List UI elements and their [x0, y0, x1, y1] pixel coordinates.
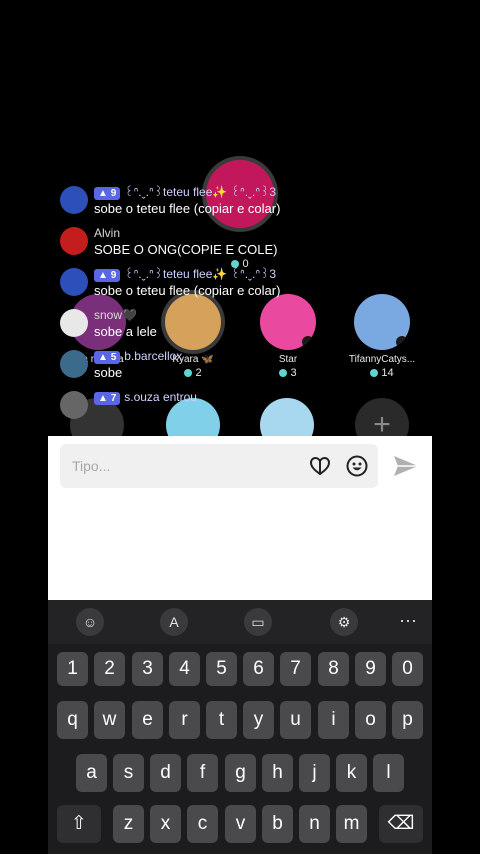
avatar: [60, 350, 88, 378]
key-l[interactable]: l: [373, 754, 404, 792]
avatar: [60, 268, 88, 296]
more-tool-icon[interactable]: ···: [394, 608, 422, 636]
key-w[interactable]: w: [94, 701, 125, 739]
chat-message: ▲ 5 b.barcellox sobe: [60, 348, 360, 381]
key-x[interactable]: x: [150, 805, 181, 843]
key-z[interactable]: z: [113, 805, 144, 843]
key-1[interactable]: 1: [57, 652, 88, 686]
chat-message: ▲ 9 ꒰ᐢ.ˬ.ᐢ꒱teteu flee✨ ꒰ᐢ.ˬ.ᐢ꒱3 sobe o te…: [60, 266, 360, 299]
key-p[interactable]: p: [392, 701, 423, 739]
composer-panel: [48, 436, 432, 600]
level-badge: ▲ 9: [94, 269, 121, 282]
key-5[interactable]: 5: [206, 652, 237, 686]
gem-icon: [370, 369, 379, 378]
chat-feed: ▲ 9 ꒰ᐢ.ˬ.ᐢ꒱teteu flee✨ ꒰ᐢ.ˬ.ᐢ꒱3 sobe o te…: [60, 184, 360, 419]
key-e[interactable]: e: [132, 701, 163, 739]
mic-off-icon: [396, 336, 408, 348]
level-badge: ▲ 9: [94, 187, 121, 200]
key-q[interactable]: q: [57, 701, 88, 739]
key-c[interactable]: c: [187, 805, 218, 843]
waving-hand-icon: [60, 391, 88, 419]
level-badge: ▲ 5: [94, 351, 121, 364]
key-m[interactable]: m: [336, 805, 367, 843]
key-o[interactable]: o: [355, 701, 386, 739]
voice-room-stage: 0 titia rosinha Kyara 🦋 2 Star 3 Tifanny…: [0, 0, 480, 436]
key-4[interactable]: 4: [169, 652, 200, 686]
message-input-box: [60, 444, 378, 488]
key-7[interactable]: 7: [280, 652, 311, 686]
key-n[interactable]: n: [299, 805, 330, 843]
avatar: [60, 227, 88, 255]
chat-message: ▲ 7 s.ouza entrou: [60, 389, 360, 419]
avatar: [354, 294, 410, 350]
key-j[interactable]: j: [299, 754, 330, 792]
key-2[interactable]: 2: [94, 652, 125, 686]
backspace-key[interactable]: ⌫: [379, 805, 423, 843]
shift-key[interactable]: ⇧: [57, 805, 101, 843]
add-seat-button[interactable]: +: [355, 398, 409, 436]
key-3[interactable]: 3: [132, 652, 163, 686]
send-icon[interactable]: [392, 454, 420, 478]
key-h[interactable]: h: [262, 754, 293, 792]
heart-icon[interactable]: [308, 454, 332, 478]
key-d[interactable]: d: [150, 754, 181, 792]
settings-tool-icon[interactable]: ⚙: [330, 608, 358, 636]
key-0[interactable]: 0: [392, 652, 423, 686]
key-v[interactable]: v: [225, 805, 256, 843]
key-g[interactable]: g: [225, 754, 256, 792]
keyboard-toolbar: ☺ A ▭ ⚙ ···: [48, 600, 432, 644]
emoji-icon[interactable]: [345, 454, 369, 478]
chat-message: snow🖤 sobe a lele: [60, 307, 360, 340]
key-k[interactable]: k: [336, 754, 367, 792]
key-s[interactable]: s: [113, 754, 144, 792]
key-r[interactable]: r: [169, 701, 200, 739]
translate-tool-icon[interactable]: A: [160, 608, 188, 636]
emoji-tool-icon[interactable]: ☺: [76, 608, 104, 636]
key-y[interactable]: y: [243, 701, 274, 739]
key-6[interactable]: 6: [243, 652, 274, 686]
message-input[interactable]: [60, 444, 260, 488]
clipboard-tool-icon[interactable]: ▭: [244, 608, 272, 636]
key-f[interactable]: f: [187, 754, 218, 792]
chat-message: Alvin SOBE O ONG(COPIE E COLE): [60, 225, 360, 258]
soft-keyboard: ☺ A ▭ ⚙ ··· 1 2 3 4 5 6 7 8 9 0 q w e r …: [48, 600, 432, 854]
key-a[interactable]: a: [76, 754, 107, 792]
key-b[interactable]: b: [262, 805, 293, 843]
key-t[interactable]: t: [206, 701, 237, 739]
key-9[interactable]: 9: [355, 652, 386, 686]
level-badge: ▲ 7: [94, 392, 121, 405]
chat-message: ▲ 9 ꒰ᐢ.ˬ.ᐢ꒱teteu flee✨ ꒰ᐢ.ˬ.ᐢ꒱3 sobe o te…: [60, 184, 360, 217]
avatar: [60, 309, 88, 337]
key-8[interactable]: 8: [318, 652, 349, 686]
key-u[interactable]: u: [280, 701, 311, 739]
key-i[interactable]: i: [318, 701, 349, 739]
avatar: [60, 186, 88, 214]
